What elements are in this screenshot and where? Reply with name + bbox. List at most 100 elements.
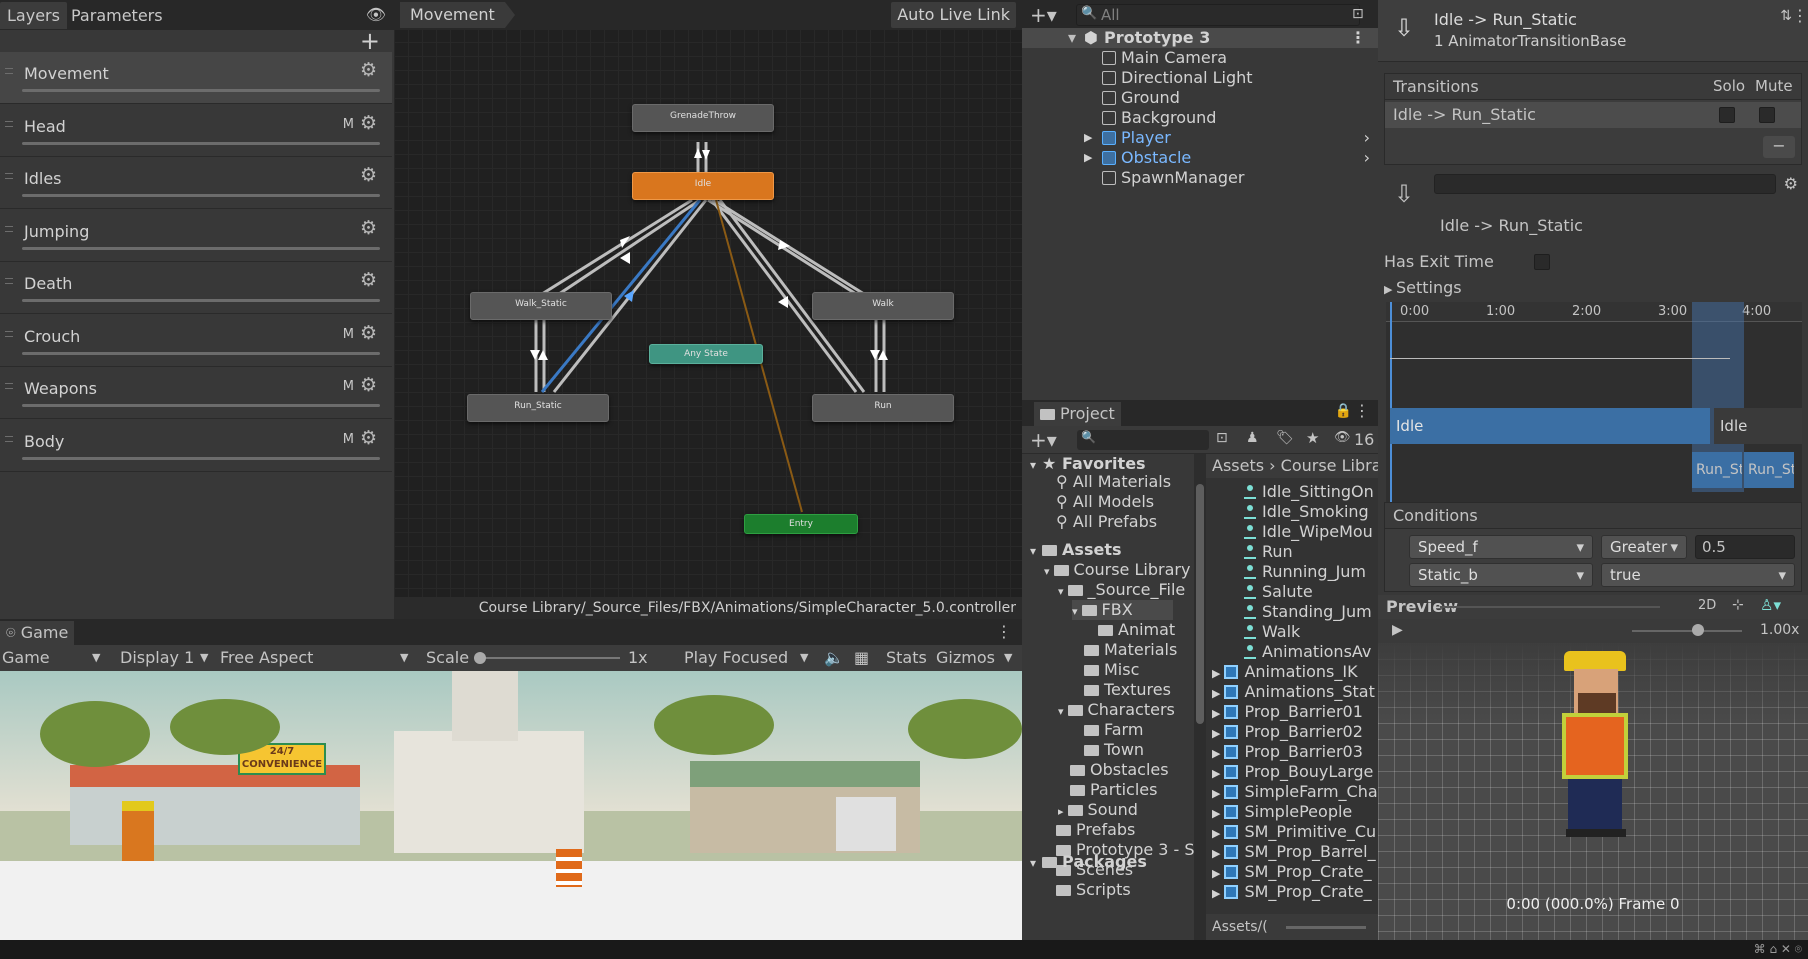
gear-icon[interactable]: ⚙ [360,61,378,80]
tab-game[interactable]: ⌾ Game [0,621,75,645]
tree-scrollbar[interactable] [1194,454,1206,940]
folder-fbx[interactable]: ▾ FBX [1072,600,1173,620]
model-file[interactable]: ▶ Animations_IK [1212,662,1358,682]
state-walk-static[interactable]: Walk_Static [470,292,612,320]
folder-course-library[interactable]: ▾ Course Library [1044,560,1190,580]
folder-animat[interactable]: Animat [1086,620,1175,640]
clip-run-static-2[interactable]: Run_St [1744,452,1794,488]
layer-weapons[interactable]: Weapons M ⚙ [0,367,392,419]
tree-scrollbar-thumb[interactable] [1196,484,1204,724]
layer-body[interactable]: Body M ⚙ [0,420,392,472]
favorite-item[interactable]: ⚲ All Prefabs [1056,512,1157,532]
animation-file[interactable]: Running_Jum [1244,562,1366,582]
transition-row[interactable]: Idle -> Run_Static [1385,102,1801,128]
drag-handle-icon[interactable] [5,225,13,232]
animation-file[interactable]: AnimationsAv [1244,642,1371,662]
search-by-type-icon[interactable]: ⊡ [1216,430,1228,446]
game-mode-dropdown[interactable]: Game [2,645,50,671]
scale-slider[interactable] [476,657,620,659]
folder-farm[interactable]: Farm [1072,720,1143,740]
layer-movement[interactable]: Movement ⚙ [0,52,392,104]
state-run[interactable]: Run [812,394,954,422]
hierarchy-search-field[interactable]: 🔍 All [1076,4,1360,26]
drag-handle-icon[interactable] [5,68,13,74]
hierarchy-item-obstacle[interactable]: ▶ Obstacle › [1022,148,1378,168]
play-focused-dropdown[interactable]: Play Focused [684,645,788,671]
expand-arrow-icon[interactable]: ▶ [1212,867,1220,880]
state-entry[interactable]: Entry [744,514,858,534]
avatar-icon[interactable]: ♙▾ [1760,596,1781,614]
mute-audio-icon[interactable]: 🔈 [824,645,844,671]
speed-slider[interactable] [1632,630,1742,632]
model-file[interactable]: ▶ Animations_Stat [1212,682,1375,702]
collapse-arrow-icon[interactable]: ▾ [1044,565,1050,578]
add-layer-button[interactable]: + [360,29,380,53]
favorite-item[interactable]: ⚲ All Models [1056,492,1154,512]
expand-arrow-icon[interactable]: ▸ [1058,805,1064,818]
drag-handle-icon[interactable] [5,435,13,442]
gear-icon[interactable]: ⚙ [360,428,378,447]
expand-arrow-icon[interactable]: ▶ [1212,887,1220,900]
filter-by-label-icon[interactable]: 🏷 [1276,430,1294,446]
collapse-arrow-icon[interactable]: ▾ [1058,705,1064,718]
layer-weight-bar[interactable] [22,141,380,145]
search-scene-icon[interactable]: ⊡ [1352,6,1364,22]
toggle-2d-button[interactable]: 2D [1698,598,1716,613]
gear-icon[interactable]: ⚙ [360,113,378,132]
layer-crouch[interactable]: Crouch M ⚙ [0,315,392,367]
clip-run-static[interactable]: Run_St [1692,452,1742,488]
drag-handle-icon[interactable] [5,383,13,389]
hidden-packages-icon[interactable]: 👁 [1334,430,1351,445]
gizmos-button[interactable]: Gizmos [936,645,995,671]
expand-arrow-icon[interactable]: ▶ [1212,707,1220,720]
auto-live-link-button[interactable]: Auto Live Link [891,2,1016,28]
model-file[interactable]: ▶ Prop_Barrier03 [1212,742,1363,762]
speed-slider-thumb[interactable] [1692,624,1704,636]
layer-weight-bar[interactable] [22,89,380,92]
pivot-icon[interactable]: ⊹ [1732,597,1744,613]
folder-obstacles[interactable]: Obstacles [1058,760,1169,780]
expand-arrow-icon[interactable]: ▶ [1212,767,1220,780]
play-icon[interactable]: ▶ [1392,622,1403,638]
tab-parameters[interactable]: Parameters [64,2,170,29]
condition-1-parameter[interactable]: Speed_f [1409,535,1593,559]
layer-head[interactable]: Head M ⚙ [0,105,392,157]
state-walk[interactable]: Walk [812,292,954,320]
expand-arrow-icon[interactable]: ▾ [1068,28,1076,48]
layer-weight-bar[interactable] [22,404,380,407]
expand-arrow-icon[interactable]: ▶ [1084,148,1092,168]
gear-icon[interactable]: ⚙ [360,166,378,185]
tab-layers[interactable]: Layers [0,2,67,29]
state-grenade-throw[interactable]: GrenadeThrow [632,104,774,132]
expand-arrow-icon[interactable]: ▶ [1212,807,1220,820]
model-file[interactable]: ▶ SM_Prop_Crate_ [1212,862,1372,882]
expand-arrow-icon[interactable]: ▶ [1084,128,1092,148]
lock-icon[interactable]: 🔒 [1335,403,1352,419]
gear-icon[interactable]: ⚙ [360,271,378,290]
animation-file[interactable]: Idle_SittingOn [1244,482,1374,502]
model-file[interactable]: ▶ SM_Primitive_Cu [1212,822,1376,842]
gear-icon[interactable]: ⚙ [1784,174,1798,193]
model-file[interactable]: ▶ SM_Prop_Crate_ [1212,882,1372,902]
model-file[interactable]: ▶ Prop_BouyLarge [1212,762,1373,782]
panel-menu-icon[interactable]: ⋮ [996,622,1012,641]
model-file[interactable]: ▶ Prop_Barrier01 [1212,702,1363,722]
layer-weight-bar[interactable] [22,351,380,355]
state-run-static[interactable]: Run_Static [467,394,609,422]
folder-sound[interactable]: ▸ Sound [1058,800,1138,820]
drag-handle-icon[interactable] [5,278,13,284]
folder-town[interactable]: Town [1072,740,1144,760]
scene-menu-icon[interactable]: ⋮ [1350,28,1366,48]
layer-weight-bar[interactable] [22,456,380,460]
transition-name-field[interactable] [1434,174,1776,194]
model-file[interactable]: ▶ SimpleFarm_Cha [1212,782,1378,802]
grid-icon[interactable]: ▦ [854,645,869,671]
hierarchy-item-background[interactable]: Background [1022,108,1378,128]
hierarchy-item-player[interactable]: ▶ Player › [1022,128,1378,148]
folder-prefabs[interactable]: Prefabs [1044,820,1135,840]
favorite-star-icon[interactable]: ★ [1306,429,1319,447]
layer-weight-bar[interactable] [22,194,380,197]
drag-handle-icon[interactable] [5,330,13,337]
expand-arrow-icon[interactable]: ▶ [1212,667,1220,680]
hierarchy-item-main-camera[interactable]: Main Camera [1022,48,1378,68]
